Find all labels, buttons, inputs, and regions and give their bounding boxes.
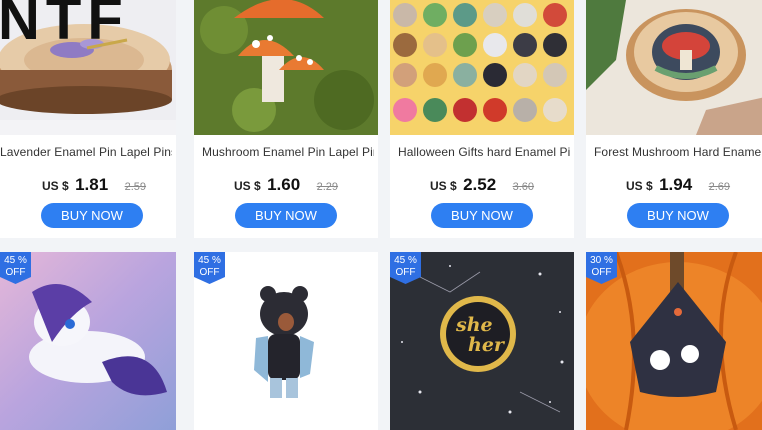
original-price: 2.29 — [316, 181, 339, 193]
discount-off: OFF — [199, 267, 220, 278]
currency-label: US $ — [233, 179, 261, 193]
product-card-haunted-house-pin[interactable]: 30 % OFF — [586, 252, 762, 430]
product-image[interactable] — [390, 0, 574, 135]
product-card-mushroom-pin[interactable]: Mushroom Enamel Pin Lapel Pins US $ 1.60… — [194, 0, 378, 238]
buy-now-button[interactable]: BUY NOW — [627, 203, 729, 228]
original-price: 2.69 — [708, 181, 731, 193]
product-title[interactable]: Forest Mushroom Hard Enamel — [594, 145, 762, 159]
buy-now-button[interactable]: BUY NOW — [41, 203, 143, 228]
buy-now-button[interactable]: BUY NOW — [235, 203, 337, 228]
original-price: 2.59 — [124, 181, 147, 193]
product-card-pony-pin[interactable]: 45 % OFF — [0, 252, 176, 430]
product-title[interactable]: Mushroom Enamel Pin Lapel Pins — [202, 145, 374, 159]
product-image[interactable]: NTF — [0, 0, 176, 135]
sale-price: 1.60 — [267, 175, 301, 194]
currency-label: US $ — [625, 179, 653, 193]
sale-price: 1.94 — [659, 175, 693, 194]
product-image[interactable] — [586, 0, 762, 135]
original-price: 3.60 — [512, 181, 535, 193]
discount-percent: 45 % — [4, 255, 27, 266]
discount-off: OFF — [591, 267, 612, 278]
sale-price: 2.52 — [463, 175, 497, 194]
price-row: US $ 2.52 3.60 — [390, 175, 574, 195]
product-grid: NTF Lavender Enamel Pin Lapel Pins US $ … — [0, 0, 762, 430]
buy-now-button[interactable]: BUY NOW — [431, 203, 533, 228]
discount-percent: 45 % — [394, 255, 417, 266]
product-image[interactable] — [194, 252, 378, 430]
pin-text-her: her — [468, 334, 504, 356]
currency-label: US $ — [41, 179, 69, 193]
product-card-lavender-pin[interactable]: NTF Lavender Enamel Pin Lapel Pins US $ … — [0, 0, 176, 238]
sale-price: 1.81 — [75, 175, 109, 194]
product-card-she-her-pin[interactable]: she her 45 % OFF — [390, 252, 574, 430]
discount-off: OFF — [395, 267, 416, 278]
thumb-overlay-text: NTF — [0, 0, 129, 52]
discount-off: OFF — [5, 267, 26, 278]
currency-label: US $ — [429, 179, 457, 193]
price-row: US $ 1.81 2.59 — [0, 175, 176, 195]
price-row: US $ 1.60 2.29 — [194, 175, 378, 195]
discount-percent: 45 % — [198, 255, 221, 266]
product-image[interactable]: she her — [390, 252, 574, 430]
product-card-bear-pin[interactable]: 45 % OFF — [194, 252, 378, 430]
product-title[interactable]: Halloween Gifts hard Enamel Pins — [398, 145, 570, 159]
product-card-forest-mushroom[interactable]: Forest Mushroom Hard Enamel US $ 1.94 2.… — [586, 0, 762, 238]
product-image[interactable] — [194, 0, 378, 135]
product-card-halloween-pins[interactable]: Halloween Gifts hard Enamel Pins US $ 2.… — [390, 0, 574, 238]
pin-text-she: she — [456, 314, 493, 336]
discount-percent: 30 % — [590, 255, 613, 266]
price-row: US $ 1.94 2.69 — [586, 175, 762, 195]
product-title[interactable]: Lavender Enamel Pin Lapel Pins — [0, 145, 172, 159]
